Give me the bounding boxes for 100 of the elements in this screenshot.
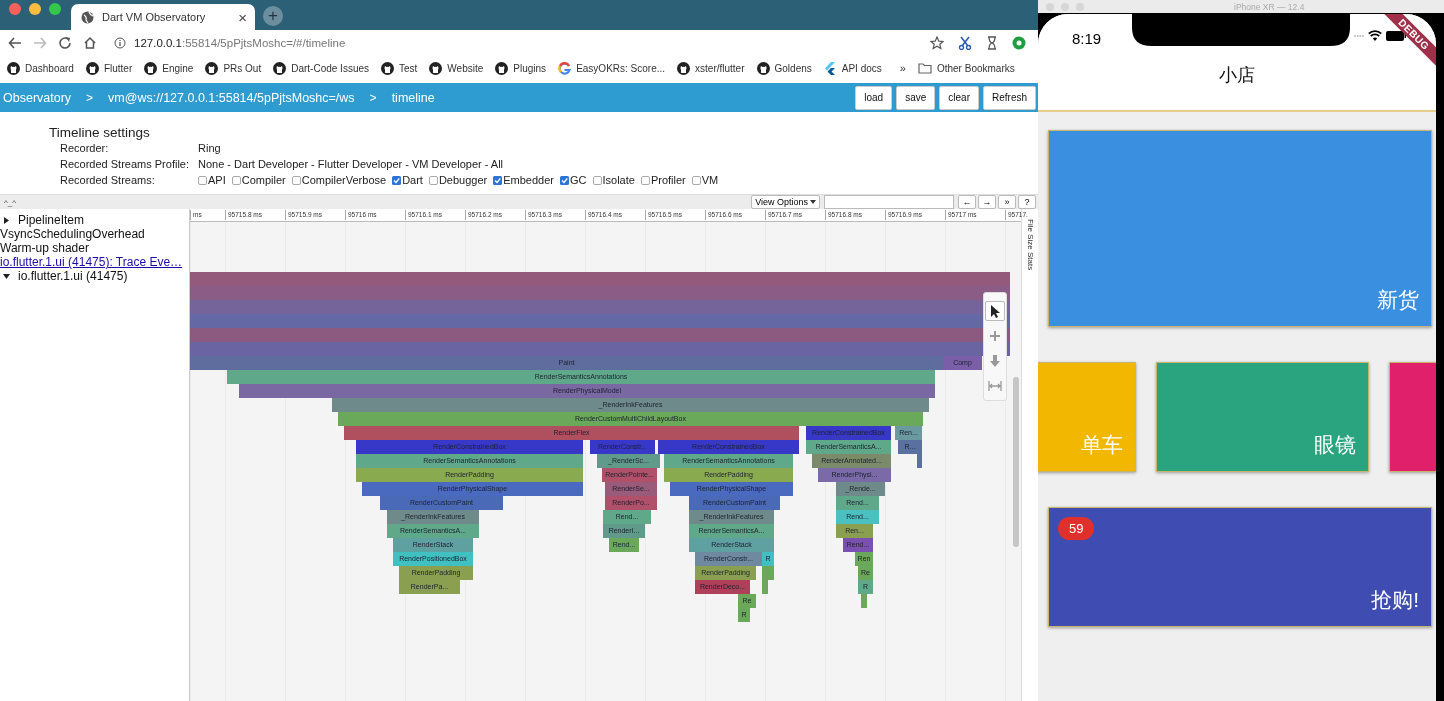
folder-icon	[917, 62, 932, 74]
bookmark[interactable]: Flutter	[85, 61, 133, 75]
breadcrumb-link[interactable]: Observatory	[3, 90, 72, 105]
tile-card[interactable]: 眼镜	[1156, 362, 1369, 472]
globe-icon	[81, 10, 94, 24]
side-tab[interactable]: File Size Stats	[1025, 219, 1035, 279]
checkbox[interactable]	[291, 175, 301, 185]
tab-title: Dart VM Observatory	[102, 11, 207, 23]
bookmark-icon	[85, 61, 99, 75]
url-text: 127.0.0.1:55814/5pPjtsMoshc=/#/timeline	[134, 37, 346, 49]
checkbox[interactable]	[392, 175, 402, 185]
bookmark[interactable]: API docs	[823, 61, 882, 75]
hourglass-icon[interactable]	[986, 36, 998, 50]
track-label: PipelineItem	[18, 213, 85, 227]
toolbar-button[interactable]: »	[998, 195, 1016, 209]
toolbar-button[interactable]: Refresh	[983, 85, 1036, 110]
bookmark-icon	[429, 61, 443, 75]
collapse-toggle[interactable]: ^_^	[0, 197, 16, 207]
field-label: Recorder:	[60, 142, 110, 154]
track-label: VsyncSchedulingOverhead	[0, 227, 145, 241]
home-icon[interactable]	[83, 36, 97, 50]
bookmark-icon	[558, 61, 572, 75]
toolbar-button[interactable]: ?	[1018, 195, 1036, 209]
view-options-button[interactable]: View Options	[751, 195, 820, 209]
checkbox-label: Debugger	[438, 174, 488, 186]
flame-slice[interactable]	[190, 314, 1010, 328]
field-label: Recorded Streams Profile:	[60, 158, 190, 170]
breadcrumb-separator: >	[85, 90, 95, 105]
toolbar-button[interactable]: save	[896, 85, 936, 110]
expanded-triangle-icon[interactable]	[3, 272, 10, 280]
checkbox[interactable]	[428, 175, 438, 185]
track-label: Warm-up shader	[0, 241, 89, 255]
checkbox[interactable]	[691, 175, 701, 185]
bookmark[interactable]: Dart-Code Issues	[273, 61, 369, 75]
new-tab-button[interactable]: +	[263, 6, 283, 26]
reload-icon[interactable]	[58, 36, 72, 50]
collapsed-triangle-icon[interactable]	[3, 216, 10, 224]
star-icon[interactable]	[930, 36, 944, 50]
address-field[interactable]: 127.0.0.1:55814/5pPjtsMoshc=/#/timeline	[108, 32, 919, 54]
toolbar-button[interactable]: load	[855, 85, 893, 110]
tile-label: 抢购!	[1371, 587, 1420, 613]
bookmark-icon	[823, 61, 837, 75]
signal-icon	[1354, 33, 1364, 38]
caret-icon	[810, 200, 816, 204]
bookmark[interactable]: Plugins	[495, 61, 547, 75]
bookmark[interactable]: Engine	[144, 61, 194, 75]
tile-label: 新货	[1377, 287, 1420, 313]
plus-icon[interactable]	[987, 328, 1003, 344]
toolbar-button[interactable]: ←	[958, 195, 976, 209]
bookmark-folder[interactable]: Other Bookmarks	[917, 62, 1015, 74]
checkbox[interactable]	[493, 175, 503, 185]
checkbox[interactable]	[560, 175, 569, 185]
bookmark[interactable]: Test	[381, 61, 418, 75]
track-link[interactable]: io.flutter.1.ui (41475): Trace Eve…	[0, 255, 183, 269]
tile-card[interactable]: 59 抢购!	[1048, 507, 1432, 627]
window-control-icon[interactable]	[9, 3, 21, 15]
breadcrumb-link[interactable]: timeline	[391, 90, 435, 105]
bookmark[interactable]: Dashboard	[7, 61, 74, 75]
bookmark-icon	[7, 61, 20, 75]
bookmark-icon	[677, 61, 691, 75]
scissors-icon[interactable]	[958, 36, 972, 50]
scrollbar-thumb[interactable]	[1013, 377, 1019, 547]
window-control-icon[interactable]	[49, 3, 61, 15]
section-title: Timeline settings	[49, 125, 151, 140]
bookmark-icon	[495, 61, 509, 75]
breadcrumb-link[interactable]: vm@ws://127.0.0.1:55814/5pPjtsMoshc=/ws	[108, 90, 355, 105]
checkbox[interactable]	[640, 175, 650, 185]
checkbox[interactable]	[231, 175, 241, 185]
bookmark-icon	[756, 61, 770, 75]
flame-slice[interactable]	[190, 300, 1010, 314]
bookmark[interactable]: EasyOKRs: Score...	[558, 61, 666, 75]
tile-card[interactable]: 新货	[1048, 130, 1432, 327]
close-button[interactable]: ×	[238, 9, 247, 25]
fit-width-icon[interactable]	[987, 378, 1003, 394]
bookmark[interactable]: xster/flutter	[677, 61, 745, 75]
checkbox[interactable]	[198, 175, 207, 185]
window-control-icon[interactable]	[29, 3, 41, 15]
profile-options: None - Dart Developer - Flutter Developer - VM Developer - All	[198, 158, 1038, 170]
checkbox[interactable]	[592, 175, 602, 185]
back-arrow-icon[interactable]	[8, 36, 22, 50]
checkbox-label: Embedder	[503, 174, 554, 186]
flame-slice[interactable]	[190, 328, 1010, 342]
forward-arrow-icon[interactable]	[33, 36, 47, 50]
flame-slice[interactable]	[190, 342, 1010, 356]
tile-label: 眼镜	[1314, 432, 1357, 458]
window-title: iPhone XR — 12.4	[1234, 1, 1305, 12]
bookmark[interactable]: PRs Out	[205, 61, 262, 75]
browser-tab[interactable]: Dart VM Observatory ×	[71, 4, 255, 30]
down-arrow-icon[interactable]	[987, 353, 1003, 369]
bookmark[interactable]: Goldens	[756, 61, 812, 75]
checkbox-label: Profiler	[650, 174, 686, 186]
field-value: Ring	[198, 142, 222, 154]
extension-icon[interactable]	[1012, 36, 1026, 50]
toolbar-button[interactable]: →	[978, 195, 996, 209]
toolbar-button[interactable]: clear	[939, 85, 979, 110]
more-bookmarks-button[interactable]: »	[899, 62, 906, 74]
search-field[interactable]	[824, 195, 954, 209]
checkbox-label: Isolate	[602, 174, 635, 186]
checkbox-label: CompilerVerbose	[301, 174, 387, 186]
bookmark[interactable]: Website	[429, 61, 484, 75]
